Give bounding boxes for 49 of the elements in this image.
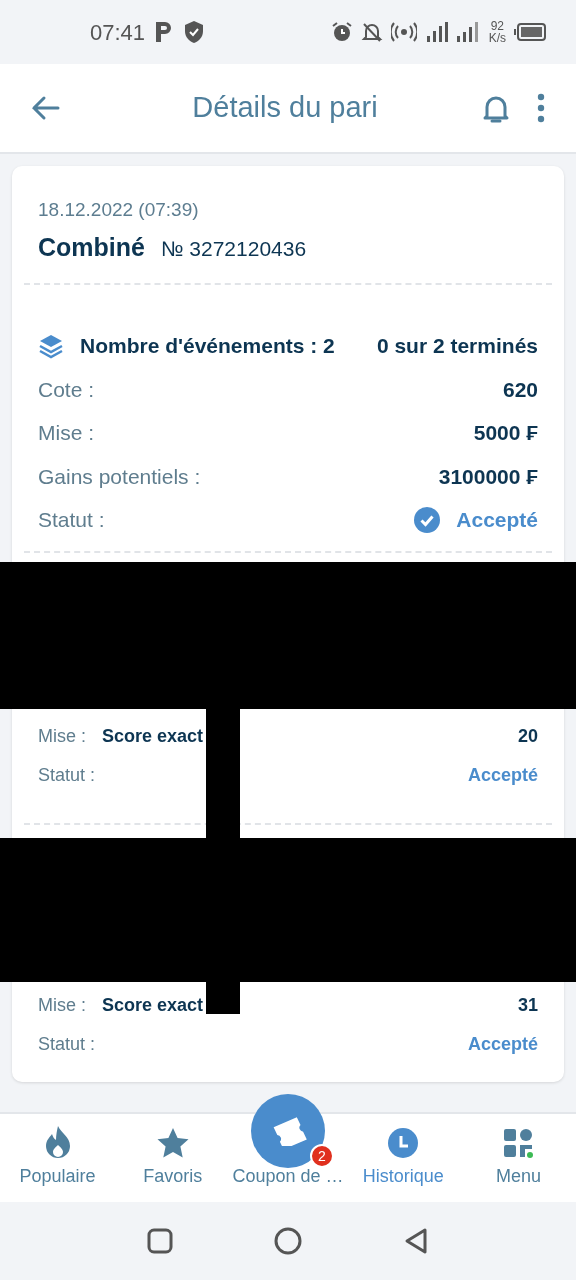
summary-value: 3100000 ₣ (438, 463, 538, 490)
battery-icon (514, 23, 546, 41)
layers-icon (38, 333, 64, 360)
events-finished: 0 sur 2 terminés (376, 333, 538, 360)
event-status: Accepté (467, 764, 538, 788)
nav-tab[interactable]: Menu (460, 1127, 576, 1202)
event-label: Mise : (38, 994, 86, 1017)
clock-icon (387, 1127, 420, 1159)
bet-type: Combiné (38, 231, 145, 263)
apps-grid-icon (502, 1127, 535, 1159)
nav-tab[interactable]: Populaire (0, 1125, 116, 1202)
hotspot-icon (390, 22, 417, 42)
muted-bell-icon (360, 21, 383, 43)
net-speed-unit: K/s (488, 32, 506, 44)
net-speed: 92 (490, 20, 504, 32)
bet-date: 18.12.2022 (07:39) (38, 198, 200, 222)
event-label: Mise : (38, 725, 86, 749)
shield-icon (183, 20, 206, 44)
status-time: 07:41 (90, 18, 146, 47)
event-market: Score exact (102, 994, 204, 1017)
more-vertical-icon (536, 93, 546, 123)
event-status: Accepté (467, 1033, 538, 1056)
back-arrow-icon (30, 95, 60, 121)
summary-value: 5000 ₣ (473, 420, 538, 447)
home-button[interactable] (274, 1227, 302, 1255)
events-count: Nombre d'événements : 2 (80, 333, 335, 360)
event-label: Statut : (38, 1033, 96, 1056)
more-options-button[interactable] (536, 93, 546, 123)
status-value: Accepté (456, 507, 538, 534)
summary-label: Cote : (38, 376, 95, 403)
star-icon (155, 1127, 190, 1159)
bet-number: № 3272120436 (160, 235, 307, 262)
page-title: Détails du pari (191, 90, 379, 126)
alarm-icon (330, 21, 353, 43)
count-badge: 2 (310, 1144, 334, 1168)
summary-value: 620 (502, 376, 538, 403)
event-odds: 31 (517, 994, 538, 1017)
recents-button[interactable] (146, 1227, 174, 1255)
check-circle-icon (414, 506, 441, 533)
event-odds: 20 (517, 725, 538, 749)
summary-label: Statut : (38, 507, 105, 534)
back-button[interactable] (30, 95, 60, 121)
nav-tab[interactable]: Favoris (115, 1127, 231, 1202)
signal-icon (424, 20, 481, 44)
summary-label: Gains potentiels : (38, 463, 201, 490)
summary-label: Mise : (38, 420, 94, 447)
event-market: Score exact (102, 725, 204, 749)
nav-tab[interactable]: Historique (345, 1127, 461, 1202)
event-label: Statut : (38, 764, 96, 788)
